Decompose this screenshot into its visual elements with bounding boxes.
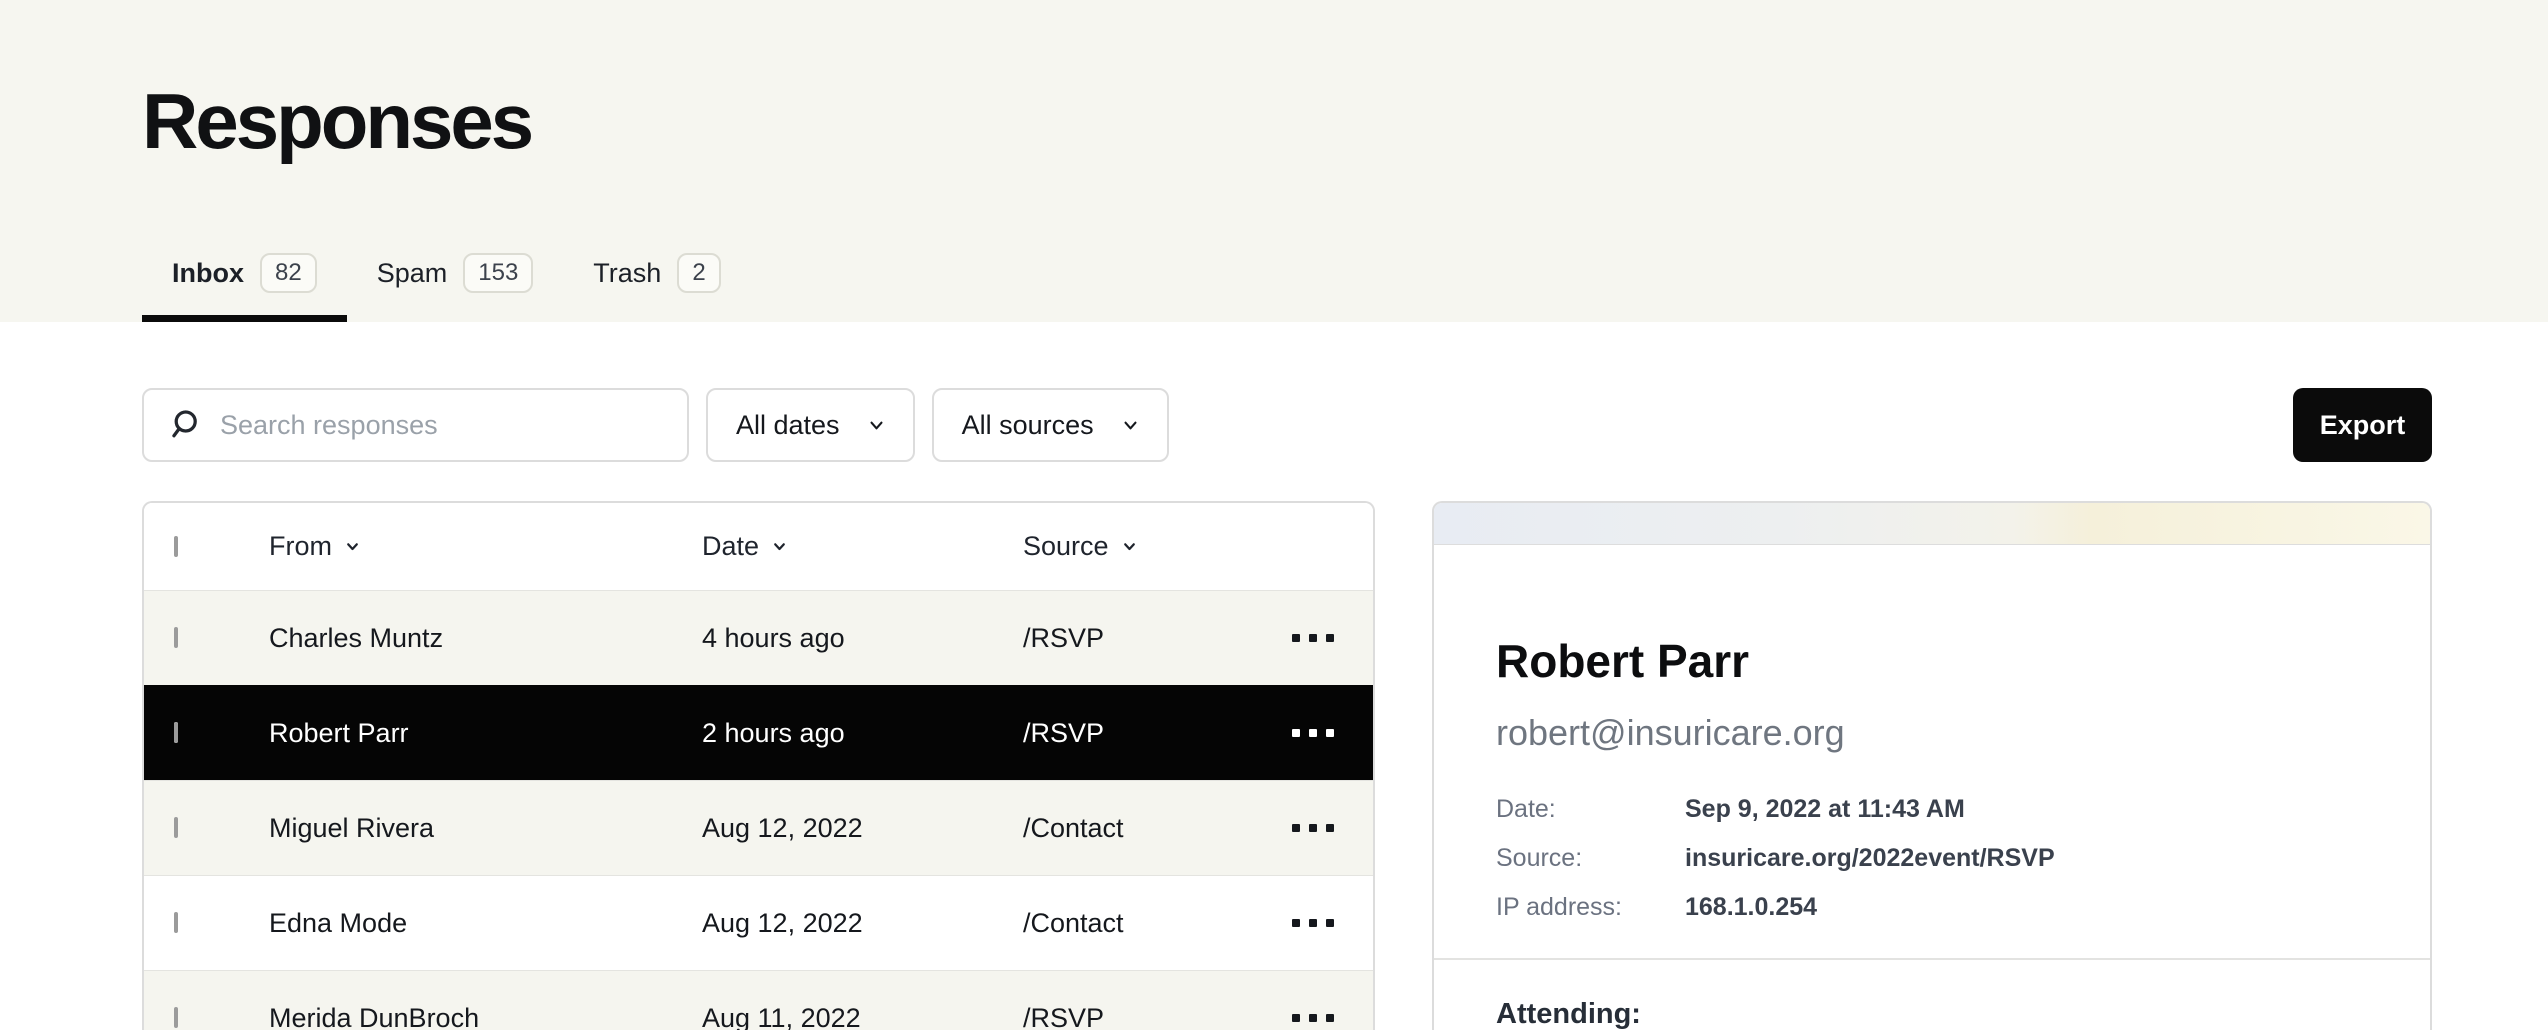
row-date: Aug 12, 2022	[702, 908, 1023, 939]
detail-meta: Date: Sep 9, 2022 at 11:43 AM Source: in…	[1496, 785, 2368, 932]
row-checkbox[interactable]	[174, 912, 178, 933]
attending-section-heading: Attending:	[1434, 960, 2430, 1030]
tab-bar: Inbox 82 Spam 153 Trash 2	[142, 253, 2548, 322]
row-source: /RSVP	[1023, 1003, 1253, 1030]
row-actions-ellipsis-icon[interactable]	[1253, 814, 1373, 842]
row-checkbox[interactable]	[174, 627, 178, 648]
detail-banner	[1434, 503, 2430, 545]
row-from: Miguel Rivera	[269, 813, 702, 844]
meta-label: Source:	[1496, 844, 1685, 873]
detail-email: robert@insuricare.org	[1496, 711, 2368, 755]
source-filter-value: All sources	[962, 410, 1094, 441]
tab-spam-count-badge: 153	[463, 253, 533, 293]
header-band: Responses Inbox 82 Spam 153 Trash 2	[0, 0, 2548, 322]
row-from: Edna Mode	[269, 908, 702, 939]
meta-value: 168.1.0.254	[1685, 893, 2368, 922]
content-area: All dates All sources Export From	[0, 388, 2548, 1030]
chevron-down-icon	[1122, 417, 1139, 434]
sort-chevron-icon	[1121, 538, 1138, 555]
tab-inbox-count-badge: 82	[260, 253, 317, 293]
column-header-date[interactable]: Date	[702, 531, 1023, 562]
source-filter-dropdown[interactable]: All sources	[932, 388, 1169, 462]
search-icon	[168, 408, 202, 442]
search-box[interactable]	[142, 388, 689, 462]
row-actions-ellipsis-icon[interactable]	[1253, 1004, 1373, 1030]
row-from: Robert Parr	[269, 718, 702, 749]
date-filter-dropdown[interactable]: All dates	[706, 388, 915, 462]
row-actions-ellipsis-icon[interactable]	[1253, 624, 1373, 652]
tab-inbox-label: Inbox	[172, 258, 244, 289]
page-title: Responses	[142, 76, 2548, 167]
select-all-checkbox[interactable]	[174, 536, 178, 557]
row-checkbox[interactable]	[174, 817, 178, 838]
detail-body: Robert Parr robert@insuricare.org Date: …	[1434, 635, 2430, 932]
row-source: /RSVP	[1023, 623, 1253, 654]
source-header-label: Source	[1023, 531, 1109, 562]
response-detail-panel: Robert Parr robert@insuricare.org Date: …	[1432, 501, 2432, 1030]
row-actions-ellipsis-icon[interactable]	[1253, 909, 1373, 937]
column-header-from[interactable]: From	[269, 531, 702, 562]
search-input[interactable]	[220, 410, 663, 441]
meta-value: insuricare.org/2022event/RSVP	[1685, 844, 2368, 873]
meta-row-source: Source: insuricare.org/2022event/RSVP	[1496, 834, 2368, 883]
row-actions-ellipsis-icon[interactable]	[1253, 719, 1373, 747]
toolbar: All dates All sources Export	[142, 388, 2432, 462]
row-source: /RSVP	[1023, 718, 1253, 749]
tab-inbox[interactable]: Inbox 82	[142, 253, 347, 322]
row-from: Charles Muntz	[269, 623, 702, 654]
tab-spam[interactable]: Spam 153	[347, 253, 564, 322]
column-header-source[interactable]: Source	[1023, 531, 1253, 562]
chevron-down-icon	[868, 417, 885, 434]
row-date: Aug 12, 2022	[702, 813, 1023, 844]
table-row[interactable]: Miguel Rivera Aug 12, 2022 /Contact	[144, 780, 1373, 875]
row-checkbox[interactable]	[174, 1007, 178, 1028]
meta-row-date: Date: Sep 9, 2022 at 11:43 AM	[1496, 785, 2368, 834]
row-from: Merida DunBroch	[269, 1003, 702, 1030]
meta-value: Sep 9, 2022 at 11:43 AM	[1685, 795, 2368, 824]
tab-trash-count-badge: 2	[677, 253, 720, 293]
sort-chevron-icon	[771, 538, 788, 555]
detail-name: Robert Parr	[1496, 635, 2368, 687]
table-row[interactable]: Merida DunBroch Aug 11, 2022 /RSVP	[144, 970, 1373, 1030]
row-source: /Contact	[1023, 813, 1253, 844]
responses-table: From Date Source	[142, 501, 1375, 1030]
table-header-row: From Date Source	[144, 503, 1373, 590]
tab-trash[interactable]: Trash 2	[563, 253, 750, 322]
table-row[interactable]: Edna Mode Aug 12, 2022 /Contact	[144, 875, 1373, 970]
date-header-label: Date	[702, 531, 759, 562]
table-row-selected[interactable]: Robert Parr 2 hours ago /RSVP	[144, 685, 1373, 780]
meta-label: Date:	[1496, 795, 1685, 824]
row-date: 2 hours ago	[702, 718, 1023, 749]
from-header-label: From	[269, 531, 332, 562]
tab-spam-label: Spam	[377, 258, 448, 289]
meta-label: IP address:	[1496, 893, 1685, 922]
sort-chevron-icon	[344, 538, 361, 555]
row-checkbox[interactable]	[174, 722, 178, 743]
export-button[interactable]: Export	[2293, 388, 2432, 462]
main-panels: From Date Source	[142, 501, 2432, 1030]
row-date: Aug 11, 2022	[702, 1003, 1023, 1030]
meta-row-ip: IP address: 168.1.0.254	[1496, 883, 2368, 932]
date-filter-value: All dates	[736, 410, 840, 441]
row-date: 4 hours ago	[702, 623, 1023, 654]
row-source: /Contact	[1023, 908, 1253, 939]
tab-trash-label: Trash	[593, 258, 661, 289]
table-row[interactable]: Charles Muntz 4 hours ago /RSVP	[144, 590, 1373, 685]
